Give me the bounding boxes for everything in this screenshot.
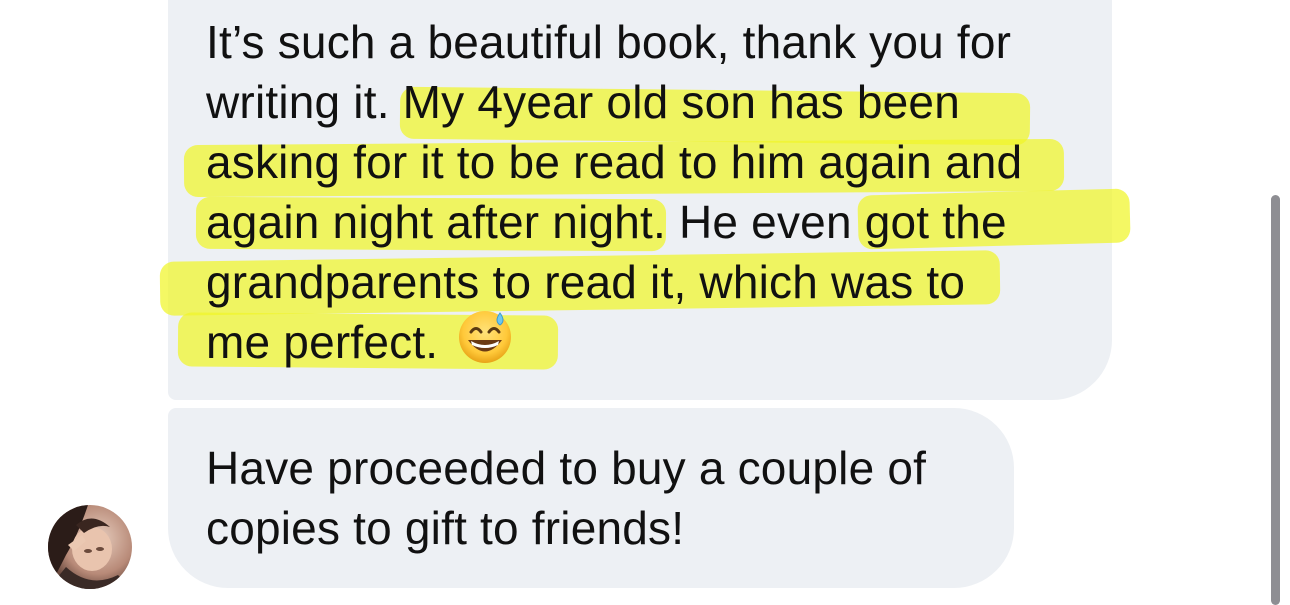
scrollbar[interactable]: [1271, 195, 1280, 605]
message-line-last: me perfect.: [206, 310, 514, 379]
message-line: again night after night. He even got the: [206, 196, 1007, 248]
avatar[interactable]: [48, 505, 132, 589]
chat-view: It’s such a beautiful book, thank you fo…: [0, 0, 1290, 605]
message-line: asking for it to be read to him again an…: [206, 136, 1023, 188]
message-bubble-received[interactable]: It’s such a beautiful book, thank you fo…: [159, 0, 1131, 400]
message-line: copies to gift to friends!: [206, 502, 685, 554]
message-line: writing it. My 4year old son has been: [206, 76, 961, 128]
message-bubble-received[interactable]: Have proceeded to buy a couple of copies…: [168, 408, 1014, 588]
message-line: Have proceeded to buy a couple of: [206, 442, 927, 494]
message-line: me perfect.: [206, 316, 439, 368]
grinning-face-with-sweat-icon: [456, 307, 514, 379]
message-line: It’s such a beautiful book, thank you fo…: [206, 16, 1012, 68]
message-line: grandparents to read it, which was to: [206, 256, 966, 308]
